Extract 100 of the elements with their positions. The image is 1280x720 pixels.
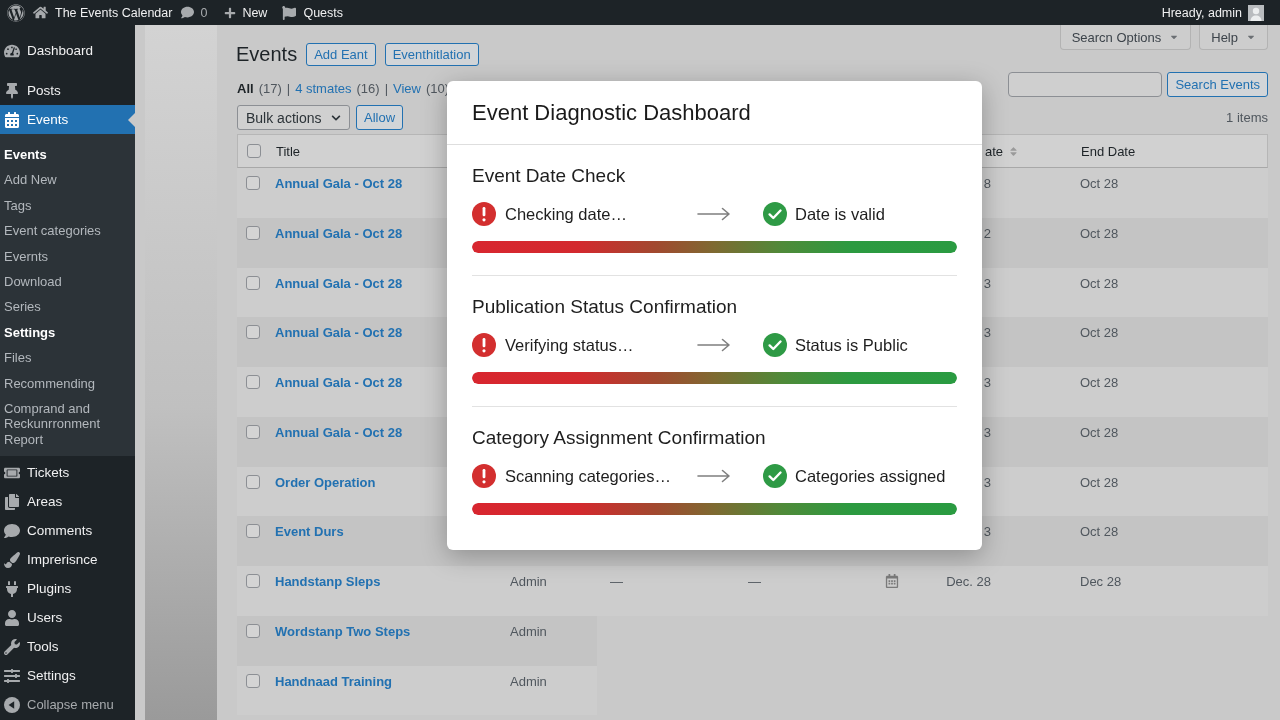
wrench-icon [4, 638, 20, 655]
submenu-item[interactable]: Add New [0, 167, 135, 193]
screen-tab[interactable]: Help [1199, 25, 1268, 50]
arrow-icon [697, 207, 731, 221]
checkbox[interactable] [246, 275, 260, 290]
screen-tab[interactable]: Searcn Options [1059, 25, 1192, 50]
header-button[interactable]: Add Eant [306, 43, 376, 66]
checkbox[interactable] [246, 225, 260, 240]
status-text: Checking date… [505, 204, 627, 224]
submenu-item[interactable]: Tags [0, 192, 135, 219]
status-text: Scanning categories… [505, 466, 671, 486]
comment-icon [181, 6, 195, 19]
check-heading: Publication Status Confirmation [472, 296, 739, 318]
home-icon [33, 5, 48, 20]
submenu-item[interactable]: Comprand and Reckunrronment Report [0, 396, 135, 453]
checkbox[interactable] [246, 375, 260, 389]
column-header[interactable]: ate [984, 143, 1071, 159]
menu-item[interactable]: Users [0, 603, 135, 633]
view-link[interactable]: All [237, 81, 254, 97]
menu-item[interactable]: Dashboard [0, 36, 135, 65]
view-separator: | [384, 81, 388, 97]
dialog-title: Event Diagnostic Dashboard [472, 99, 751, 126]
submenu-item[interactable]: Recommending [0, 370, 135, 397]
check-heading: Category Assignment Confirmation [472, 427, 767, 449]
checkbox[interactable] [247, 144, 261, 158]
wordpress-logo-icon[interactable] [7, 3, 25, 22]
header-button[interactable]: Eventhitlation [384, 43, 479, 66]
apply-button[interactable]: Allow [356, 105, 404, 130]
checkbox[interactable] [246, 424, 260, 439]
end-date: Oct 28 [1079, 325, 1119, 341]
end-date: Oct 28 [1079, 275, 1119, 291]
collapse-icon [4, 696, 20, 713]
start-date: 3 [983, 474, 992, 490]
brush-icon [4, 551, 20, 568]
submenu-item[interactable]: Events [0, 142, 135, 168]
gauge-icon [4, 42, 20, 59]
new-link[interactable]: New [224, 5, 268, 20]
items-count: 1 items [1226, 110, 1268, 125]
comment-icon [4, 522, 20, 539]
start-date: 3 [983, 375, 992, 390]
author-name: Admin [510, 673, 547, 689]
start-date: Dec. 28 [946, 574, 992, 589]
arrow-icon [697, 338, 731, 352]
checkbox[interactable] [246, 176, 260, 190]
checkbox[interactable] [246, 673, 260, 688]
checkbox[interactable] [246, 474, 260, 489]
quests-link[interactable]: Quests [282, 5, 343, 20]
menu-item[interactable]: Tickets [0, 458, 135, 488]
page-title: Events [236, 43, 298, 66]
menu-item[interactable]: Plugins [0, 574, 135, 604]
search-field[interactable] [1008, 72, 1163, 97]
menu-item[interactable]: Tools [0, 632, 135, 662]
sliders-icon [4, 667, 20, 684]
submenu-item[interactable]: Series [0, 294, 135, 320]
end-date: Dec 28 [1079, 574, 1122, 589]
checkbox[interactable] [246, 524, 260, 539]
event-title-link[interactable]: Handstanp Sleps [275, 574, 381, 589]
status-text: Categories assigned [795, 466, 946, 486]
start-date: 3 [983, 524, 992, 540]
plug-icon [4, 580, 20, 597]
start-date: 8 [983, 176, 992, 191]
comments-link[interactable]: 0 [181, 5, 208, 20]
start-date: 3 [983, 424, 992, 440]
bulk-actions-select[interactable]: Bulk actions [237, 105, 350, 130]
checkbox[interactable] [246, 325, 260, 340]
submenu-item[interactable]: Settings [0, 319, 135, 346]
submenu-item[interactable]: Evernts [0, 243, 135, 270]
view-count: (17) [258, 81, 282, 97]
calendar-icon [885, 574, 899, 588]
menu-item[interactable]: Comments [0, 516, 135, 546]
author-name: Admin [510, 574, 547, 589]
checkbox[interactable] [246, 574, 260, 588]
menu-item[interactable]: Settings [0, 661, 135, 691]
account-link[interactable]: Hready, admin [1161, 4, 1264, 21]
search-button[interactable]: Search Events [1167, 72, 1268, 97]
end-date: Oct 28 [1079, 524, 1119, 540]
pin-icon [4, 82, 20, 99]
end-date: Oct 28 [1079, 176, 1119, 191]
pages-icon [4, 493, 20, 510]
table-cell: — [748, 574, 761, 589]
menu-item[interactable]: Areas [0, 487, 135, 517]
arrow-icon [697, 469, 731, 483]
end-date: Oct 28 [1079, 225, 1119, 241]
menu-item[interactable]: Events [0, 105, 135, 134]
end-date: Oct 28 [1079, 375, 1119, 390]
menu-item[interactable]: Posts [0, 76, 135, 105]
table-cell: — [610, 574, 623, 589]
collapse-menu-button[interactable]: Collapse menu [0, 690, 135, 720]
check-heading: Event Date Check [472, 165, 627, 187]
site-name-link[interactable]: The Events Calendar [33, 5, 173, 20]
submenu-item[interactable]: Download [0, 269, 135, 295]
checkbox[interactable] [246, 623, 260, 638]
submenu-item[interactable]: Files [0, 345, 135, 371]
start-date: 3 [983, 325, 992, 341]
submenu-item[interactable]: Event categories [0, 218, 135, 244]
start-date: 2 [983, 225, 992, 241]
menu-item[interactable]: Imprerisnce [0, 545, 135, 575]
avatar-icon [1248, 4, 1264, 21]
column-header: Title [276, 143, 301, 159]
column-header: End Date [1080, 143, 1136, 159]
